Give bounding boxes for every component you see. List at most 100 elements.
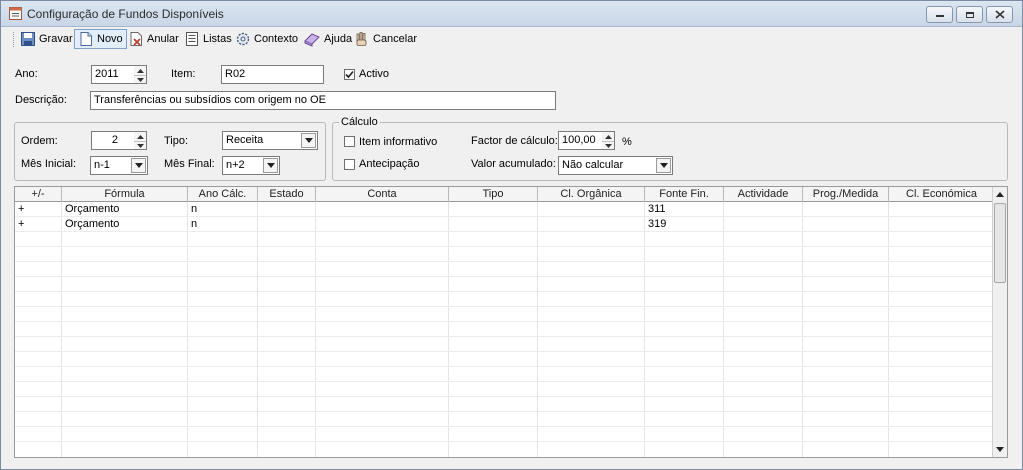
list-icon — [186, 32, 198, 46]
ano-spinner[interactable] — [134, 65, 147, 84]
scroll-down-button[interactable] — [993, 442, 1007, 457]
cancel-document-icon — [130, 32, 142, 46]
cell-expand[interactable]: + — [15, 202, 24, 217]
table-row — [15, 412, 995, 427]
column-header[interactable]: Cl. Económica — [889, 187, 994, 202]
close-button[interactable] — [986, 6, 1013, 23]
ano-label: Ano: — [15, 68, 38, 80]
app-form-icon — [9, 7, 22, 20]
help-book-icon — [304, 33, 320, 47]
cancelar-button-label: Cancelar — [373, 33, 418, 45]
cell-fonte-fin: 311 — [648, 203, 666, 215]
table-row — [15, 322, 995, 337]
column-header[interactable]: Conta — [316, 187, 449, 202]
tipo-label: Tipo: — [164, 135, 189, 147]
cell-fonte-fin: 319 — [648, 218, 667, 230]
tipo-select[interactable]: Receita — [222, 131, 318, 150]
column-header[interactable]: Fonte Fin. — [645, 187, 724, 202]
factor-input[interactable]: 100,00 — [558, 131, 603, 150]
descricao-label: Descrição: — [15, 94, 67, 106]
cell-expand[interactable]: + — [15, 217, 24, 232]
close-icon — [994, 10, 1005, 19]
table-row — [15, 382, 995, 397]
scroll-up-button[interactable] — [993, 187, 1007, 202]
table-row[interactable]: + Orçamento n 319 — [15, 217, 995, 232]
title-bar: Configuração de Fundos Disponíveis — [1, 1, 1022, 27]
arrow-up-icon — [996, 192, 1004, 197]
cancelar-button[interactable]: Cancelar — [351, 29, 420, 49]
ordem-spinner[interactable] — [134, 131, 147, 150]
cancel-hand-icon — [356, 32, 367, 46]
valor-acumulado-label: Valor acumulado: — [471, 158, 556, 170]
cell-ano-calc: n — [191, 218, 198, 230]
anular-button-label: Anular — [147, 33, 179, 45]
item-informativo-checkbox[interactable] — [344, 136, 355, 147]
table-row — [15, 277, 995, 292]
anular-button[interactable]: Anular — [125, 29, 182, 49]
spin-down-icon[interactable] — [134, 75, 146, 84]
checkmark-icon — [345, 70, 354, 79]
antecipacao-checkbox[interactable] — [344, 159, 355, 170]
activo-checkbox[interactable] — [344, 69, 355, 80]
column-header[interactable]: Actividade — [724, 187, 803, 202]
item-input[interactable]: R02 — [221, 65, 324, 84]
mes-final-select[interactable]: n+2 — [222, 156, 280, 175]
table-row — [15, 427, 995, 442]
formula-grid[interactable]: +/- Fórmula Ano Cálc. Estado Conta Tipo … — [14, 186, 1008, 458]
table-row[interactable]: + Orçamento n 311 — [15, 202, 995, 217]
ordem-input[interactable]: 2 — [91, 131, 135, 150]
new-button-label: Novo — [97, 33, 123, 45]
new-button[interactable]: Novo — [74, 29, 127, 49]
column-header[interactable]: Prog./Medida — [803, 187, 889, 202]
listas-button-label: Listas — [203, 33, 232, 45]
vertical-scrollbar[interactable] — [992, 187, 1007, 457]
chevron-down-icon[interactable] — [263, 158, 278, 173]
table-row — [15, 262, 995, 277]
cell-ano-calc: n — [191, 203, 198, 215]
column-header[interactable]: Ano Cálc. — [188, 187, 258, 202]
chevron-down-icon[interactable] — [301, 133, 316, 148]
column-header[interactable]: Estado — [258, 187, 316, 202]
table-row — [15, 307, 995, 322]
tipo-select-value: Receita — [226, 134, 264, 146]
table-row — [15, 352, 995, 367]
save-button[interactable]: Gravar — [17, 29, 76, 49]
listas-button[interactable]: Listas — [181, 29, 235, 49]
toolbar-grip — [13, 32, 15, 47]
table-row — [15, 367, 995, 382]
chevron-down-icon[interactable] — [656, 158, 671, 173]
ajuda-button-label: Ajuda — [324, 33, 353, 45]
table-row — [15, 232, 995, 247]
minimize-button[interactable] — [926, 6, 953, 23]
column-header[interactable]: Cl. Orgânica — [538, 187, 645, 202]
valor-acumulado-select[interactable]: Não calcular — [558, 156, 673, 175]
contexto-button-label: Contexto — [254, 33, 299, 45]
column-header[interactable]: Fórmula — [62, 187, 188, 202]
scrollbar-thumb[interactable] — [994, 203, 1006, 283]
spin-up-icon[interactable] — [602, 132, 614, 141]
spin-down-icon[interactable] — [602, 141, 614, 150]
spin-up-icon[interactable] — [134, 66, 146, 75]
factor-spinner[interactable] — [602, 131, 615, 150]
factor-unit: % — [622, 136, 632, 148]
column-header[interactable]: Tipo — [449, 187, 538, 202]
column-header[interactable]: +/- — [15, 187, 62, 202]
mes-inicial-select[interactable]: n-1 — [90, 156, 148, 175]
activo-label: Activo — [359, 68, 389, 80]
mes-inicial-label: Mês Inicial: — [21, 158, 77, 170]
restore-button[interactable] — [956, 6, 983, 23]
item-informativo-label: Item informativo — [359, 136, 438, 148]
ordem-label: Ordem: — [21, 135, 58, 147]
descricao-input[interactable]: Transferências ou subsídios com origem n… — [90, 91, 556, 110]
spin-down-icon[interactable] — [134, 141, 146, 150]
ano-input[interactable]: 2011 — [91, 65, 135, 84]
cell-formula: Orçamento — [65, 218, 120, 230]
table-row — [15, 247, 995, 262]
table-row — [15, 337, 995, 352]
chevron-down-icon[interactable] — [131, 158, 146, 173]
main-window: Configuração de Fundos Disponíveis Grava… — [0, 0, 1023, 470]
spin-up-icon[interactable] — [134, 132, 146, 141]
ajuda-button[interactable]: Ajuda — [300, 29, 355, 49]
contexto-button[interactable]: Contexto — [232, 29, 301, 49]
restore-icon — [965, 11, 974, 18]
